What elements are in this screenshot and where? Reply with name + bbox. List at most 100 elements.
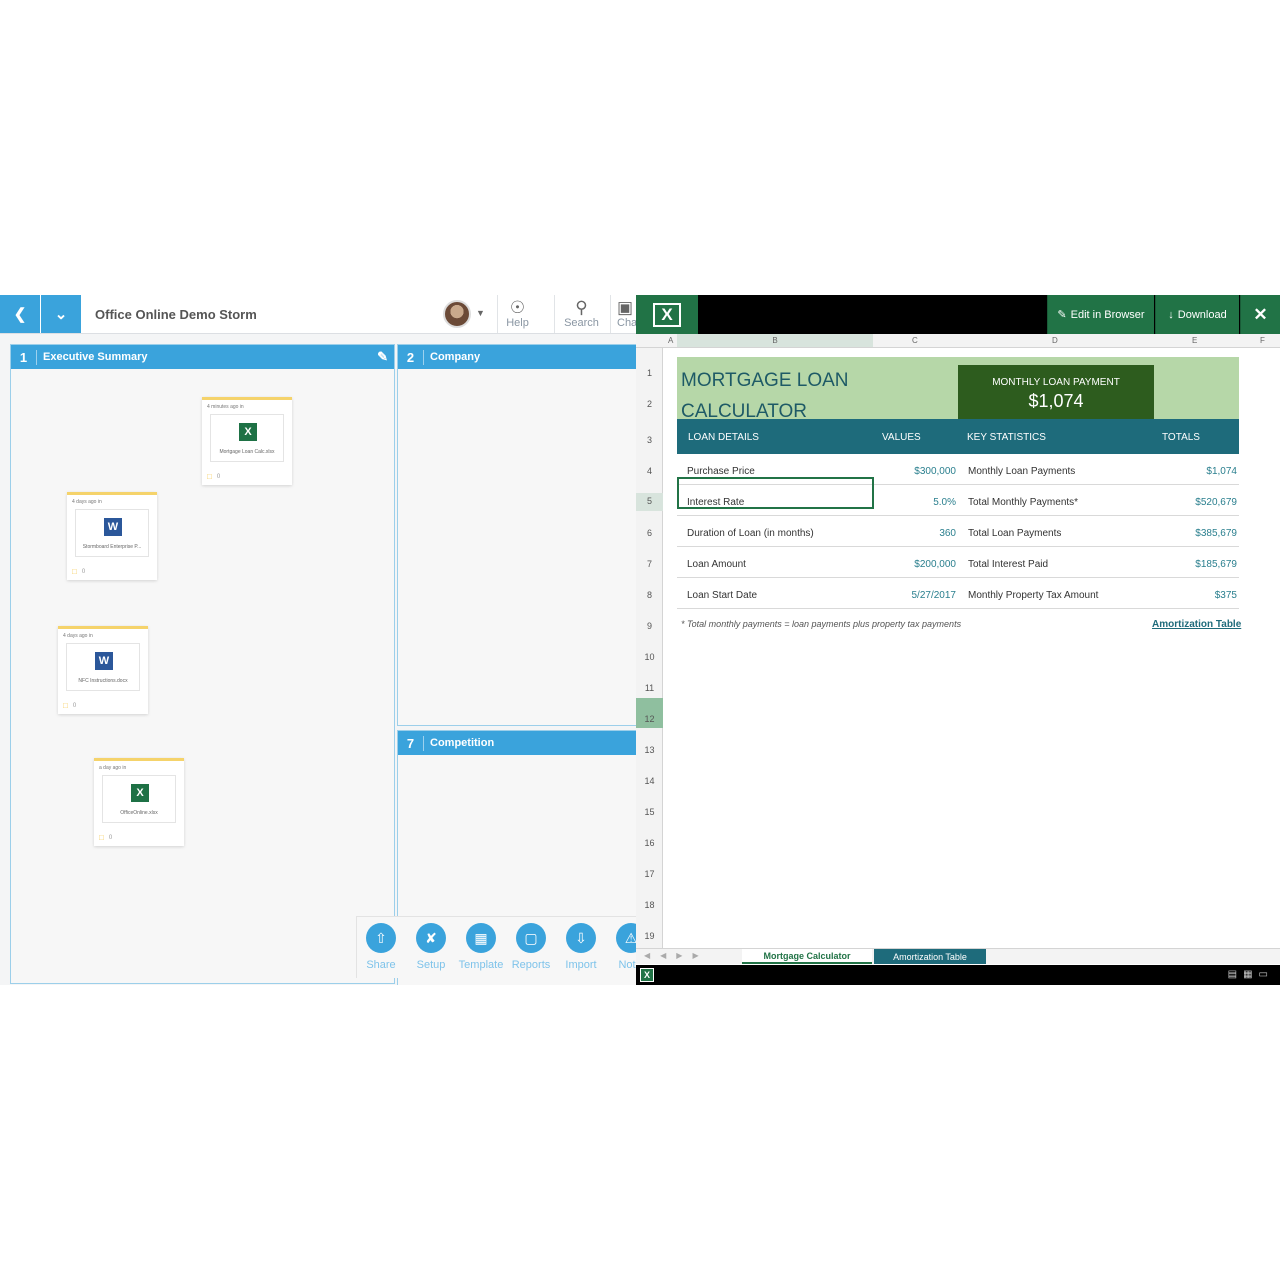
row-header[interactable]: 4 [636, 466, 663, 476]
row-header[interactable]: 3 [636, 435, 663, 445]
column-header[interactable]: F [1260, 336, 1265, 345]
cell-value[interactable]: 5/27/2017 [912, 590, 957, 601]
back-button[interactable]: ❮ [0, 295, 40, 333]
cell-total[interactable]: $375 [1215, 590, 1237, 601]
row-header[interactable]: 8 [636, 590, 663, 600]
column-header[interactable]: B [677, 334, 873, 347]
excel-icon: X [653, 302, 681, 327]
cell-total[interactable]: $385,679 [1195, 528, 1237, 539]
cell-stat[interactable]: Monthly Property Tax Amount [968, 590, 1098, 601]
cell-stat[interactable]: Total Loan Payments [968, 528, 1061, 539]
amortization-link[interactable]: Amortization Table [1152, 619, 1241, 630]
worksheet[interactable]: MORTGAGE LOAN CALCULATOR MONTHLY LOAN PA… [664, 348, 1280, 948]
cell-stat[interactable]: Monthly Loan Payments [968, 466, 1075, 477]
download-button[interactable]: ↓ Download [1155, 295, 1239, 334]
column-header[interactable]: A [668, 336, 673, 345]
row-header[interactable]: 17 [636, 869, 663, 879]
comment-icon[interactable]: □ [72, 567, 77, 576]
row-header[interactable]: 18 [636, 900, 663, 910]
header-cell: TOTALS [1162, 432, 1200, 443]
chat-label: Cha [617, 317, 636, 329]
share-button[interactable]: ⇧ Share [356, 923, 406, 971]
card-timestamp: 4 days ago in [63, 633, 93, 639]
column-header[interactable]: D [1052, 336, 1058, 345]
chat-button[interactable]: ▣ Cha [610, 295, 636, 333]
import-button[interactable]: ⇩ Import [556, 923, 606, 971]
row-header[interactable]: 2 [636, 399, 663, 409]
setup-button[interactable]: ✘ Setup [406, 923, 456, 971]
help-button[interactable]: ☉ Help [497, 295, 537, 333]
cell-total[interactable]: $1,074 [1206, 466, 1237, 477]
avatar[interactable] [443, 300, 471, 328]
cell-value[interactable]: 5.0% [933, 497, 956, 508]
section-executive-summary[interactable]: 1 Executive Summary ✎ 4 minutes ago in X… [10, 344, 395, 984]
view-icons[interactable]: ▤▦▭ [1228, 969, 1274, 980]
comment-icon[interactable]: □ [63, 701, 68, 710]
cell-value[interactable]: $300,000 [914, 466, 956, 477]
row-header[interactable]: 14 [636, 776, 663, 786]
row-header[interactable]: 16 [636, 838, 663, 848]
file-preview: X OfficeOnline.xlsx [102, 775, 176, 823]
caret-down-icon[interactable]: ▼ [476, 308, 485, 318]
reports-button[interactable]: ▢ Reports [506, 923, 556, 971]
row-header[interactable]: 11 [636, 683, 663, 693]
row-header[interactable]: 19 [636, 931, 663, 941]
footnote: * Total monthly payments = loan payments… [681, 619, 962, 629]
idea-card[interactable]: 4 days ago in W Stormboard Enterprise P.… [67, 492, 157, 580]
cell-total[interactable]: $520,679 [1195, 497, 1237, 508]
excel-logo: X [636, 295, 698, 334]
table-row[interactable]: Loan Start Date 5/27/2017 Monthly Proper… [677, 578, 1239, 609]
tab-amortization-table[interactable]: Amortization Table [874, 949, 986, 964]
tab-mortgage-calculator[interactable]: Mortgage Calculator [742, 949, 872, 964]
table-row[interactable]: Loan Amount $200,000 Total Interest Paid… [677, 547, 1239, 578]
comment-icon[interactable]: □ [99, 833, 104, 842]
close-button[interactable]: ✕ [1240, 295, 1280, 334]
edit-label: Edit in Browser [1070, 308, 1145, 321]
edit-icon[interactable]: ✎ [377, 349, 388, 365]
edit-in-browser-button[interactable]: ✎ Edit in Browser [1047, 295, 1154, 334]
menu-dropdown-button[interactable]: ⌄ [41, 295, 81, 333]
selected-cell[interactable] [677, 477, 874, 509]
chevron-down-icon: ⌄ [54, 306, 68, 323]
row-header[interactable]: 1 [636, 368, 663, 378]
cell-stat[interactable]: Total Interest Paid [968, 559, 1048, 570]
section-header: 1 Executive Summary ✎ [11, 345, 394, 369]
section-company[interactable]: 2 Company [397, 344, 636, 726]
idea-card[interactable]: 4 minutes ago in X Mortgage Loan Calc.xl… [202, 397, 292, 485]
cell-label[interactable]: Duration of Loan (in months) [687, 528, 814, 539]
tab-scroll-arrows[interactable]: ◀◀▶▶ [644, 951, 709, 960]
row-header[interactable]: 10 [636, 652, 663, 662]
row-header[interactable]: 6 [636, 528, 663, 538]
excel-status-icon: X [640, 968, 654, 982]
idea-card[interactable]: a day ago in X OfficeOnline.xlsx □ 0 [94, 758, 184, 846]
comment-icon[interactable]: □ [207, 472, 212, 481]
cell-label[interactable]: Loan Amount [687, 559, 746, 570]
column-header[interactable]: E [1192, 336, 1197, 345]
file-preview: X Mortgage Loan Calc.xlsx [210, 414, 284, 462]
notifications-button[interactable]: ⚠ Notifi [606, 923, 636, 971]
file-name: OfficeOnline.xlsx [120, 810, 158, 816]
row-header[interactable]: 12 [636, 698, 663, 728]
cell-total[interactable]: $185,679 [1195, 559, 1237, 570]
edit-icon: ✎ [1057, 309, 1067, 321]
cell-value[interactable]: $200,000 [914, 559, 956, 570]
idea-card[interactable]: 4 days ago in W NFC Instructions.docx □ … [58, 626, 148, 714]
card-footer: □ 0 [72, 567, 85, 576]
import-label: Import [565, 959, 597, 971]
section-title: Company [430, 351, 481, 363]
cell-value[interactable]: 360 [939, 528, 956, 539]
search-button[interactable]: ⚲ Search [554, 295, 608, 333]
share-label: Share [366, 959, 396, 971]
row-header[interactable]: 15 [636, 807, 663, 817]
cell-label[interactable]: Purchase Price [687, 466, 755, 477]
table-row[interactable]: Duration of Loan (in months) 360 Total L… [677, 516, 1239, 547]
row-header[interactable]: 13 [636, 745, 663, 755]
cell-label[interactable]: Loan Start Date [687, 590, 757, 601]
template-button[interactable]: ▦ Template [456, 923, 506, 971]
cell-stat[interactable]: Total Monthly Payments* [968, 497, 1078, 508]
column-header[interactable]: C [912, 336, 918, 345]
row-header[interactable]: 5 [636, 493, 663, 511]
section-header: 2 Company [398, 345, 636, 369]
row-header[interactable]: 7 [636, 559, 663, 569]
row-header[interactable]: 9 [636, 621, 663, 631]
